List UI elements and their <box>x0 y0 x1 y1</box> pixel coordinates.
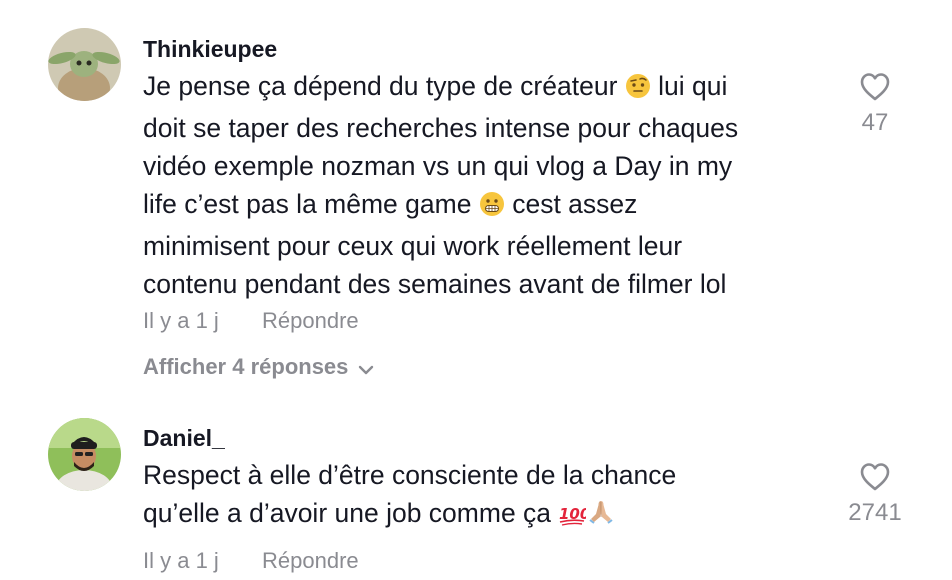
like-button[interactable]: 2741 <box>838 462 912 527</box>
show-replies-button[interactable]: Afficher 4 réponses <box>143 354 374 381</box>
hundred-points-emoji: 100 <box>558 498 591 536</box>
avatar[interactable] <box>48 28 121 101</box>
chevron-down-icon <box>358 355 374 381</box>
reply-button[interactable]: Répondre <box>262 308 359 334</box>
comment-username[interactable]: Daniel_ <box>143 425 225 452</box>
heart-outline-icon <box>859 463 891 496</box>
like-count: 47 <box>861 109 889 136</box>
folded-hands-emoji <box>586 498 616 536</box>
avatar[interactable] <box>48 418 121 491</box>
comment-timestamp: Il y a 1 j <box>143 548 219 573</box>
comment-username[interactable]: Thinkieupee <box>143 36 277 63</box>
comment-text-part: Je pense ça dépend du type de créateur <box>143 71 618 101</box>
show-replies-label: Afficher 4 réponses <box>143 354 349 379</box>
grimacing-face-emoji <box>479 189 505 227</box>
heart-outline-icon <box>859 73 891 106</box>
user-photo-avatar-icon <box>48 418 121 491</box>
baby-yoda-avatar-icon <box>48 28 121 101</box>
comment-meta: Il y a 1 j Répondre <box>143 548 359 574</box>
like-button[interactable]: 47 <box>845 72 905 137</box>
comment-meta: Il y a 1 j Répondre <box>143 308 359 334</box>
comment-text: Je pense ça dépend du type de créateur l… <box>143 67 833 303</box>
reply-button[interactable]: Répondre <box>262 548 359 574</box>
raised-eyebrow-face-emoji <box>625 71 651 109</box>
comment-text: Respect à elle d’être consciente de la c… <box>143 456 833 536</box>
like-count: 2741 <box>848 499 902 526</box>
comment-timestamp: Il y a 1 j <box>143 308 219 333</box>
